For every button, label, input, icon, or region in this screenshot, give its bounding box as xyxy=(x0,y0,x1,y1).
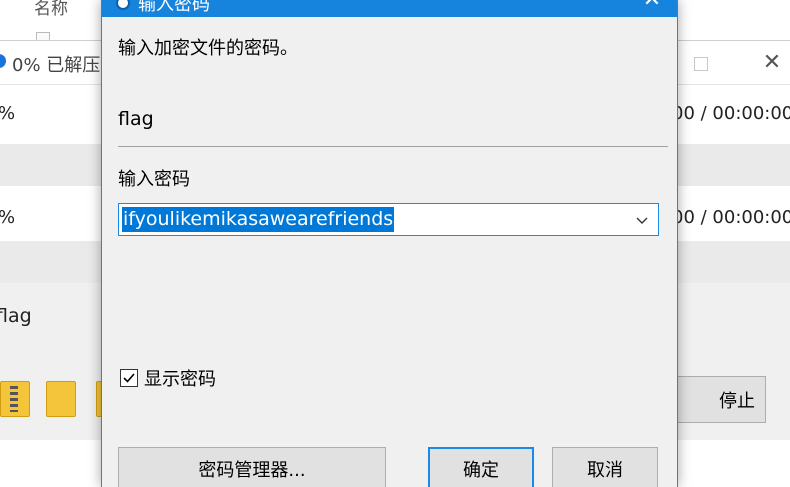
password-manager-button[interactable]: 密码管理器... xyxy=(118,447,386,487)
checkbox-box[interactable] xyxy=(120,369,138,387)
maximize-icon[interactable] xyxy=(694,57,708,71)
ok-button[interactable]: 确定 xyxy=(428,447,534,487)
chevron-down-icon[interactable] xyxy=(632,210,652,230)
cancel-button-label: 取消 xyxy=(587,460,623,481)
password-label: 输入密码 xyxy=(118,169,190,190)
divider xyxy=(118,146,668,147)
checkmark-icon xyxy=(123,373,135,383)
folder-icon xyxy=(46,381,76,417)
dialog-titlebar[interactable]: 输入密码 ✕ xyxy=(102,0,677,17)
app-icon xyxy=(116,0,130,10)
progress-time: 00 / 00:00:00 xyxy=(672,207,790,228)
progress-title: 0% 已解压 xyxy=(12,55,101,76)
close-icon[interactable]: ✕ xyxy=(640,0,664,12)
progress-time: 00 / 00:00:00 xyxy=(672,103,790,124)
show-password-label: 显示密码 xyxy=(144,369,216,390)
app-icon xyxy=(0,54,6,68)
dialog-title: 输入密码 xyxy=(138,0,210,15)
encrypted-file-name: flag xyxy=(118,108,154,130)
progress-percent: % xyxy=(0,207,15,228)
progress-percent: % xyxy=(0,103,15,124)
password-dialog: 输入密码 ✕ 输入加密文件的密码。 flag 输入密码 ifyoulikemik… xyxy=(101,0,678,487)
show-password-checkbox[interactable]: 显示密码 xyxy=(120,366,216,390)
password-manager-button-label: 密码管理器... xyxy=(198,460,306,481)
password-value: ifyoulikemikasawearefriends xyxy=(122,207,395,232)
column-header-name[interactable]: 名称 xyxy=(34,0,68,19)
close-icon[interactable]: ✕ xyxy=(760,49,784,77)
current-file-name: flag xyxy=(0,305,32,327)
ok-button-label: 确定 xyxy=(463,460,499,481)
archive-icon xyxy=(0,381,30,417)
password-input[interactable]: ifyoulikemikasawearefriends xyxy=(118,203,659,236)
cancel-button[interactable]: 取消 xyxy=(552,447,658,487)
stop-button-label: 停止 xyxy=(719,390,755,412)
dialog-prompt: 输入加密文件的密码。 xyxy=(118,38,298,59)
